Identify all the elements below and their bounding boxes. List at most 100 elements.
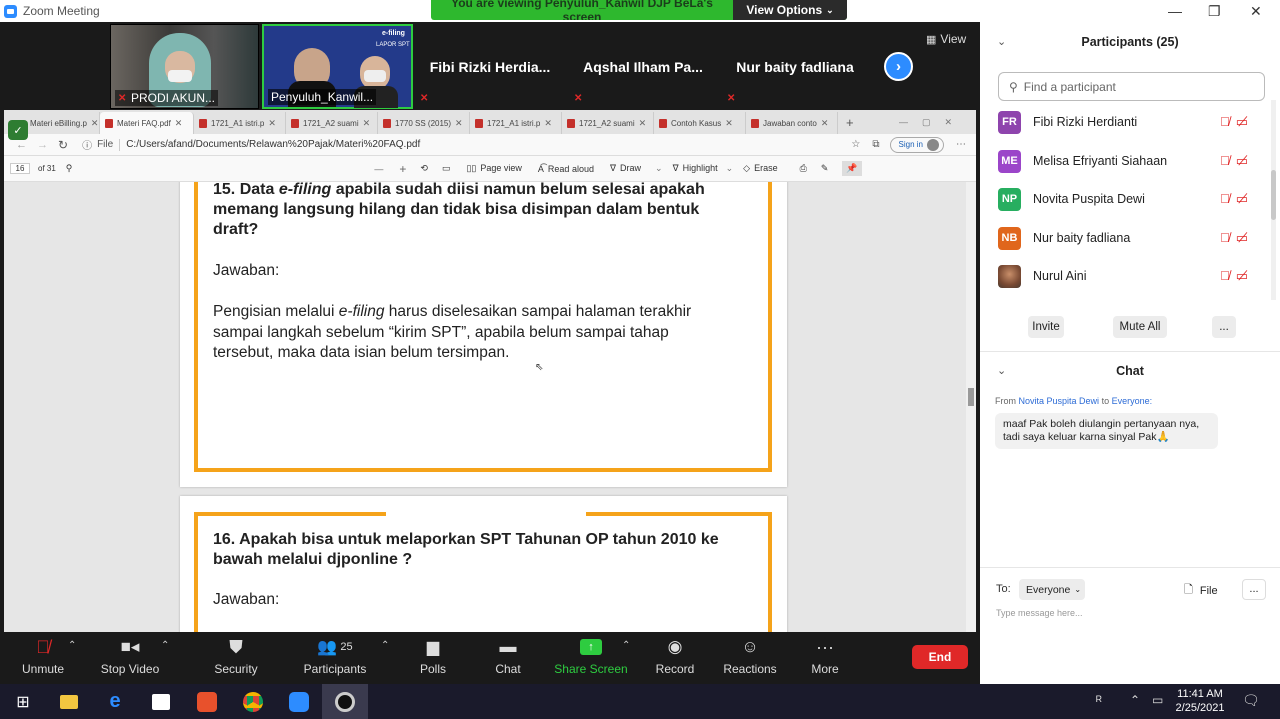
- next-page-arrow-icon[interactable]: ›: [884, 52, 913, 81]
- collections-icon[interactable]: ⧉: [872, 139, 879, 150]
- chevron-up-icon[interactable]: ⌃: [381, 640, 389, 651]
- chat-message-input[interactable]: Type message here...: [996, 608, 1083, 618]
- participants-button[interactable]: 👥 25 Participants: [295, 636, 375, 676]
- zoom-app-icon[interactable]: [276, 684, 322, 719]
- tray-chevron-up-icon[interactable]: ⌃: [1130, 693, 1140, 707]
- url-input[interactable]: C:/Users/afand/Documents/Relawan%20Pajak…: [126, 139, 851, 150]
- browser-tab[interactable]: 1721_A1 istri.p ✕: [194, 112, 286, 134]
- windows-start-icon[interactable]: ⊞: [0, 684, 46, 719]
- close-icon[interactable]: ✕: [363, 118, 371, 129]
- browser-tab[interactable]: Jawaban conto ✕: [746, 112, 838, 134]
- browser-tab-active[interactable]: Materi FAQ.pdf ✕: [100, 112, 194, 134]
- close-icon[interactable]: ✕: [639, 118, 647, 129]
- browser-tab[interactable]: 1721_A1 istri.p ✕: [470, 112, 562, 134]
- invite-button[interactable]: Invite: [1028, 316, 1064, 338]
- view-options-button[interactable]: View Options ⌄: [733, 0, 847, 20]
- record-button[interactable]: ◉ Record: [635, 636, 715, 676]
- page-number-input[interactable]: 16: [10, 163, 30, 174]
- participant-row[interactable]: Nurul Aini 🎙̸ ▭̸: [998, 264, 1248, 288]
- obs-camera-icon[interactable]: [322, 684, 368, 719]
- more-options-button[interactable]: ...: [1212, 316, 1236, 338]
- participant-row[interactable]: NB Nur baity fadliana 🎙̸ ▭̸: [998, 226, 1248, 250]
- zoom-out-icon[interactable]: —: [374, 164, 383, 174]
- minimize-icon[interactable]: —: [1168, 3, 1182, 19]
- search-icon[interactable]: ⚲: [66, 163, 73, 174]
- video-tile[interactable]: ✕ PRODI AKUN...: [110, 24, 259, 109]
- restore-icon[interactable]: ❐: [1208, 3, 1221, 20]
- rotate-icon[interactable]: ⟲: [420, 163, 428, 174]
- recipient-dropdown[interactable]: Everyone ⌄: [1019, 579, 1085, 600]
- close-icon[interactable]: ✕: [268, 118, 276, 129]
- notification-icon[interactable]: 🗨: [1242, 692, 1260, 709]
- people-icon[interactable]: ᴿ: [1096, 693, 1102, 708]
- name-tile[interactable]: Fibi Rizki Herdia...: [415, 24, 565, 109]
- pdf-viewport[interactable]: 15. Data e-filing apabila sudah diisi na…: [4, 182, 966, 632]
- share-screen-button[interactable]: ↑ Share Screen: [551, 636, 631, 676]
- highlight-button[interactable]: ∇ Highlight: [673, 163, 718, 174]
- chevron-up-icon[interactable]: ⌃: [68, 640, 76, 651]
- clock[interactable]: 11:41 AM 2/25/2021: [1170, 687, 1230, 715]
- close-icon[interactable]: ✕: [544, 118, 552, 129]
- erase-button[interactable]: ◇ Erase: [743, 163, 777, 174]
- video-tile-active-speaker[interactable]: e-filing LAPOR SPT Penyuluh_Kanwil...: [262, 24, 413, 109]
- browser-tab[interactable]: 1721_A2 suami ✕: [562, 112, 654, 134]
- chat-button[interactable]: ▬ Chat: [468, 636, 548, 676]
- close-icon[interactable]: ✕: [1250, 3, 1262, 20]
- file-button[interactable]: 🗋 File: [1184, 581, 1218, 600]
- close-icon[interactable]: ✕: [725, 118, 733, 129]
- chevron-up-icon[interactable]: ⌃: [161, 640, 169, 651]
- name-tile[interactable]: Nur baity fadliana: [720, 24, 870, 109]
- chrome-icon[interactable]: [230, 684, 276, 719]
- fit-page-icon[interactable]: ▭: [442, 163, 451, 174]
- chevron-down-icon[interactable]: ⌄: [655, 163, 663, 174]
- view-button[interactable]: ▦ View: [926, 32, 966, 46]
- chevron-down-icon[interactable]: ⌄: [726, 163, 734, 174]
- chevron-up-icon[interactable]: ⌃: [622, 640, 630, 651]
- participant-row[interactable]: NP Novita Puspita Dewi 🎙̸ ▭̸: [998, 187, 1248, 211]
- close-icon[interactable]: ✕: [91, 118, 99, 129]
- pin-icon[interactable]: 📌: [842, 161, 862, 176]
- browser-tab[interactable]: 1721_A2 suami ✕: [286, 112, 378, 134]
- scrollbar-thumb[interactable]: [968, 388, 974, 406]
- participants-scrollbar[interactable]: [1271, 100, 1276, 300]
- polls-button[interactable]: ▆ Polls: [393, 636, 473, 676]
- back-icon[interactable]: ←: [16, 139, 27, 151]
- close-icon[interactable]: ✕: [455, 118, 463, 129]
- scrollbar-thumb[interactable]: [1271, 170, 1276, 220]
- new-tab-icon[interactable]: +: [846, 115, 854, 130]
- refresh-icon[interactable]: ↻: [58, 138, 68, 152]
- draw-button[interactable]: ∇ Draw: [610, 163, 641, 174]
- page-view-button[interactable]: ▯▯ Page view: [466, 163, 521, 174]
- zoom-in-icon[interactable]: +: [399, 162, 406, 176]
- more-icon[interactable]: ⋯: [956, 139, 966, 150]
- reactions-button[interactable]: ☺ Reactions: [710, 636, 790, 676]
- to-label: To:: [996, 583, 1011, 595]
- security-button[interactable]: ⛊ Security: [196, 636, 276, 677]
- store-icon[interactable]: [138, 684, 184, 719]
- favorite-star-icon[interactable]: ☆: [851, 139, 860, 150]
- close-icon[interactable]: ✕: [821, 118, 829, 129]
- name-tile[interactable]: Aqshal Ilham Pa...: [568, 24, 718, 109]
- browser-tab[interactable]: Contoh Kasus ✕: [654, 112, 746, 134]
- sender-name[interactable]: Novita Puspita Dewi: [1019, 396, 1100, 406]
- participant-search-input[interactable]: ⚲ Find a participant: [998, 72, 1265, 101]
- file-explorer-icon[interactable]: [46, 684, 92, 719]
- forward-icon[interactable]: →: [37, 139, 48, 151]
- close-icon[interactable]: ✕: [175, 118, 183, 129]
- pdf-scrollbar[interactable]: [966, 182, 976, 632]
- edit-icon[interactable]: ✎: [821, 163, 829, 174]
- participant-row[interactable]: ME Melisa Efriyanti Siahaan 🎙̸ ▭̸: [998, 149, 1248, 173]
- participant-row[interactable]: FR Fibi Rizki Herdianti 🎙̸ ▭̸: [998, 110, 1248, 134]
- wps-pdf-icon[interactable]: [184, 684, 230, 719]
- print-icon[interactable]: ⎙: [800, 163, 807, 174]
- browser-tab[interactable]: 1770 SS (2015) ✕: [378, 112, 470, 134]
- end-meeting-button[interactable]: End: [912, 645, 968, 669]
- read-aloud-button[interactable]: A͡ Read aloud: [538, 164, 594, 174]
- chat-more-button[interactable]: ...: [1242, 579, 1266, 600]
- signin-button[interactable]: Sign in: [889, 136, 944, 153]
- stop-video-button[interactable]: ■◂ Stop Video: [90, 636, 170, 676]
- mute-all-button[interactable]: Mute All: [1113, 316, 1167, 338]
- edge-browser-icon[interactable]: e: [92, 684, 138, 719]
- recipient-name[interactable]: Everyone:: [1112, 396, 1153, 406]
- more-button[interactable]: ··· More: [785, 636, 865, 677]
